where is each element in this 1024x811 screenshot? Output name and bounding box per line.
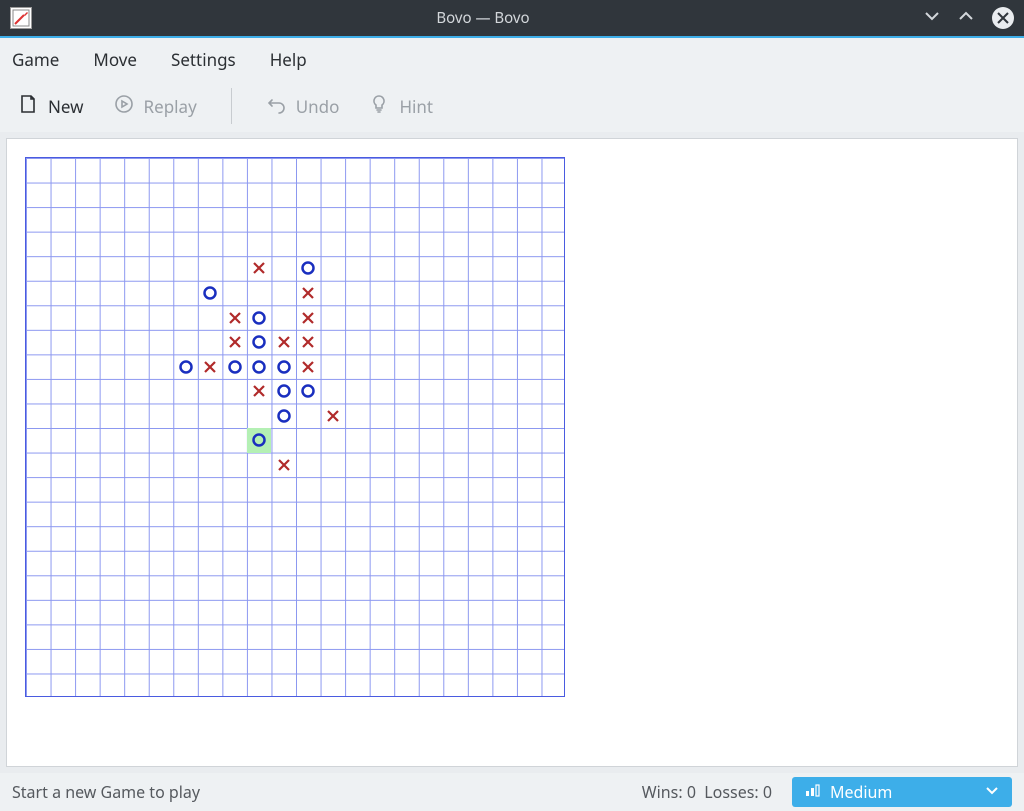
hint-icon [369,94,389,119]
statusbar: Start a new Game to play Wins: 0 Losses:… [0,773,1024,811]
mark-o-icon [300,383,316,399]
mark-x-icon [276,457,292,473]
hint-button[interactable]: Hint [369,94,433,119]
menu-settings[interactable]: Settings [171,48,236,71]
mark-x-icon [227,310,243,326]
board-cell[interactable] [247,428,272,453]
close-button[interactable] [992,7,1014,29]
undo-button[interactable]: Undo [266,94,340,119]
menu-help[interactable]: Help [270,48,307,71]
difficulty-label: Medium [830,781,892,803]
board-cell[interactable] [296,379,321,404]
mark-o-icon [276,383,292,399]
board-cell[interactable] [296,354,321,379]
new-document-icon [18,94,38,119]
mark-o-icon [251,359,267,375]
chevron-down-icon [984,781,1000,803]
difficulty-dropdown[interactable]: Medium [792,777,1012,807]
board-cell[interactable] [296,256,321,281]
menubar: Game Move Settings Help [0,38,1024,80]
mark-o-icon [251,334,267,350]
board-cell[interactable] [247,379,272,404]
board-cell[interactable] [198,354,223,379]
mark-x-icon [300,285,316,301]
mark-x-icon [202,359,218,375]
mark-x-icon [251,383,267,399]
board-cell[interactable] [296,281,321,306]
difficulty-icon [804,781,820,803]
titlebar: Bovo — Bovo [0,0,1024,38]
board-cell[interactable] [247,256,272,281]
board-cell[interactable] [296,305,321,330]
undo-label: Undo [296,95,340,118]
mark-o-icon [251,432,267,448]
maximize-button[interactable] [958,7,974,29]
board-cell[interactable] [321,404,346,429]
mark-x-icon [227,334,243,350]
undo-icon [266,94,286,119]
board-cell[interactable] [272,354,297,379]
replay-button[interactable]: Replay [114,94,197,119]
game-board[interactable] [25,157,565,697]
menu-move[interactable]: Move [93,48,137,71]
score-display: Wins: 0 Losses: 0 [642,781,772,803]
hint-label: Hint [399,95,433,118]
mark-o-icon [202,285,218,301]
wins-label: Wins: [642,781,683,803]
mark-x-icon [325,408,341,424]
main-area [6,138,1018,767]
board-cell[interactable] [272,453,297,478]
toolbar-separator [231,88,232,124]
board-cell[interactable] [247,305,272,330]
mark-o-icon [178,359,194,375]
board-cell[interactable] [198,281,223,306]
board-cell[interactable] [222,305,247,330]
losses-value: 0 [763,781,772,803]
mark-o-icon [276,408,292,424]
mark-o-icon [276,359,292,375]
toolbar: New Replay Undo Hint [0,80,1024,132]
board-cell[interactable] [296,330,321,355]
board-cell[interactable] [247,330,272,355]
status-message: Start a new Game to play [12,781,622,803]
new-label: New [48,95,84,118]
window-title: Bovo — Bovo [42,8,924,28]
new-button[interactable]: New [18,94,84,119]
window-controls [924,7,1014,29]
board-cell[interactable] [272,404,297,429]
mark-o-icon [227,359,243,375]
mark-o-icon [251,310,267,326]
board-cell[interactable] [222,354,247,379]
board-cell[interactable] [222,330,247,355]
board-cell[interactable] [272,379,297,404]
wins-value: 0 [687,781,696,803]
mark-x-icon [300,310,316,326]
mark-x-icon [300,334,316,350]
minimize-button[interactable] [924,7,940,29]
board-cell[interactable] [272,330,297,355]
mark-x-icon [251,260,267,276]
game-board-wrap [25,157,565,697]
mark-x-icon [276,334,292,350]
app-icon [10,7,32,29]
board-cell[interactable] [247,354,272,379]
losses-label: Losses: [704,781,758,803]
replay-label: Replay [144,95,197,118]
mark-o-icon [300,260,316,276]
board-cell[interactable] [173,354,198,379]
replay-icon [114,94,134,119]
menu-game[interactable]: Game [12,48,59,71]
mark-x-icon [300,359,316,375]
